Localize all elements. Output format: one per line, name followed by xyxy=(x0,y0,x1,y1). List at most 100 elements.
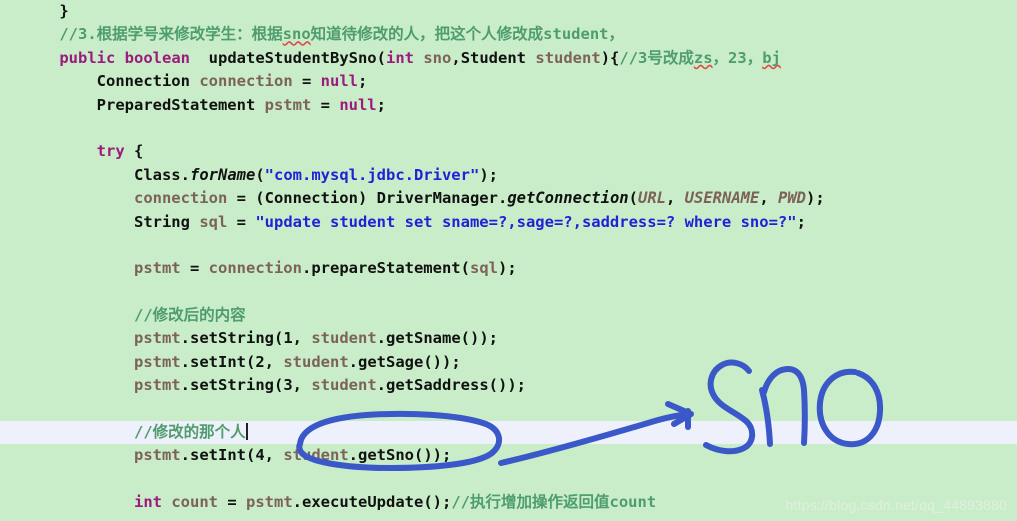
code-token: pstmt xyxy=(133,352,181,371)
code-token: count xyxy=(171,493,218,512)
code-token: sno xyxy=(423,48,452,67)
code-token: connection xyxy=(199,72,293,91)
code-token: = xyxy=(218,493,246,512)
code-token: forName xyxy=(190,165,256,184)
line-setstring-1[interactable]: pstmt.setString(1, student.getSname()); xyxy=(0,327,1017,350)
code-token: } xyxy=(59,2,69,20)
code-token: student xyxy=(311,376,377,395)
text-caret xyxy=(245,423,248,441)
code-token: . xyxy=(376,329,386,348)
line-close-brace[interactable]: } xyxy=(0,0,1017,23)
code-token: sql xyxy=(469,259,498,278)
code-token: ) xyxy=(357,189,377,208)
code-editor[interactable]: } //3.根据学号来修改学生：根据sno知道待修改的人，把这个人修改成stud… xyxy=(0,0,1017,521)
code-token: sno xyxy=(282,25,311,44)
code-token: Class xyxy=(133,165,181,184)
code-token: String xyxy=(133,212,190,231)
code-token: getConnection xyxy=(507,189,629,208)
code-token: DriverManager xyxy=(376,189,498,208)
code-token: null xyxy=(339,95,377,114)
line-blank-5[interactable] xyxy=(0,468,1017,491)
code-token: 知道待修改的人，把这个人修改成student， xyxy=(310,25,624,44)
code-token: pstmt xyxy=(133,446,181,465)
line-blank-3[interactable] xyxy=(0,281,1017,304)
code-token: connection xyxy=(208,259,302,278)
code-token: bj xyxy=(762,48,781,67)
line-comment-that-person[interactable]: //修改的那个人 xyxy=(0,421,1017,445)
code-token: prepareStatement xyxy=(311,259,461,278)
code-token: URL xyxy=(637,189,666,208)
code-token: . xyxy=(180,446,190,465)
code-token: //3.根据学号来修改学生：根据 xyxy=(59,25,283,44)
code-token: sql xyxy=(199,212,228,231)
code-token: int xyxy=(386,48,414,67)
code-token: updateStudentBySno xyxy=(208,48,377,67)
code-token: (4, xyxy=(246,446,284,465)
code-token: (); xyxy=(423,493,452,512)
code-token: ( xyxy=(628,189,638,208)
code-token: ; xyxy=(796,212,806,231)
code-token: ()); xyxy=(460,329,498,348)
code-token: . xyxy=(497,189,508,208)
line-setstring-3[interactable]: pstmt.setString(3, student.getSaddress()… xyxy=(0,374,1017,397)
code-token: student xyxy=(535,48,601,67)
code-token: pstmt xyxy=(264,95,312,114)
code-token: = xyxy=(180,259,209,278)
code-token: . xyxy=(180,376,190,395)
code-token: setString xyxy=(190,329,274,348)
code-token: , xyxy=(665,189,685,208)
code-token: USERNAME xyxy=(684,189,760,208)
code-token: executeUpdate xyxy=(302,493,424,512)
line-setint-4[interactable]: pstmt.setInt(4, student.getSno()); xyxy=(0,444,1017,467)
code-token: = xyxy=(311,95,340,114)
line-sql-string[interactable]: String sql = "update student set sname=?… xyxy=(0,211,1017,234)
code-token: pstmt xyxy=(246,493,293,512)
line-comment-3[interactable]: //3.根据学号来修改学生：根据sno知道待修改的人，把这个人修改成studen… xyxy=(0,23,1017,46)
code-token: pstmt xyxy=(133,329,181,348)
code-token: { xyxy=(124,142,144,161)
line-forname[interactable]: Class.forName("com.mysql.jdbc.Driver"); xyxy=(0,164,1017,187)
line-blank-2[interactable] xyxy=(0,234,1017,257)
code-token: pstmt xyxy=(133,259,181,278)
line-setint-2[interactable]: pstmt.setInt(2, student.getSage()); xyxy=(0,351,1017,374)
line-blank-1[interactable] xyxy=(0,117,1017,140)
code-token: //3号改成 xyxy=(619,48,694,67)
code-token: (3, xyxy=(274,376,312,395)
code-token: = xyxy=(227,212,256,231)
code-token: setInt xyxy=(190,352,246,371)
code-area[interactable]: } //3.根据学号来修改学生：根据sno知道待修改的人，把这个人修改成stud… xyxy=(0,0,1017,521)
line-method-signature[interactable]: public boolean updateStudentBySno(int sn… xyxy=(0,47,1017,70)
code-token: try xyxy=(96,142,125,161)
line-getconnection[interactable]: connection = (Connection) DriverManager.… xyxy=(0,187,1017,210)
line-comment-after-edit[interactable]: //修改后的内容 xyxy=(0,304,1017,327)
code-token: ){ xyxy=(600,48,620,67)
line-connection-decl[interactable]: Connection connection = null; xyxy=(0,70,1017,93)
code-token: getSaddress xyxy=(386,376,489,395)
code-token: ); xyxy=(497,259,517,278)
code-token: . xyxy=(301,259,312,278)
code-token: = xyxy=(292,72,321,91)
line-blank-4[interactable] xyxy=(0,398,1017,421)
code-token: ); xyxy=(479,165,498,184)
line-preparestatement[interactable]: pstmt = connection.prepareStatement(sql)… xyxy=(0,257,1017,280)
code-token: . xyxy=(348,352,358,371)
line-pstmt-decl[interactable]: PreparedStatement pstmt = null; xyxy=(0,94,1017,117)
code-token: (2, xyxy=(246,352,284,371)
code-token: student xyxy=(311,329,377,348)
line-try[interactable]: try { xyxy=(0,140,1017,163)
